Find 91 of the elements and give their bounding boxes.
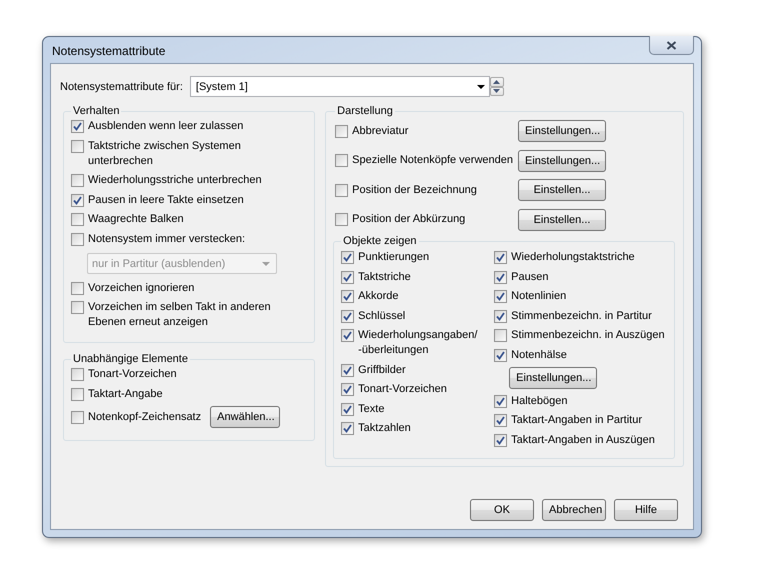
checkbox[interactable]: [335, 124, 348, 138]
checkbox[interactable]: [494, 414, 508, 427]
checkbox-label: Taktart-Angaben in Partitur: [511, 413, 642, 428]
checkbox-label: Taktstriche: [358, 270, 411, 284]
checkbox[interactable]: [71, 410, 84, 424]
checkbox[interactable]: [71, 120, 84, 133]
checkbox[interactable]: [341, 329, 354, 342]
checkbox[interactable]: [494, 270, 508, 284]
checkbox[interactable]: [335, 154, 348, 167]
checkbox-label: Texte: [358, 402, 384, 416]
checkbox-label: Wiederholungsstriche unterbrechen: [88, 173, 262, 188]
down-arrow-icon: [493, 89, 500, 94]
checkbox[interactable]: [494, 329, 508, 342]
cancel-button[interactable]: Abbrechen: [542, 499, 606, 521]
checkbox[interactable]: [341, 270, 354, 284]
checkbox-label: Notenkopf-Zeichensatz: [88, 410, 202, 424]
checkbox[interactable]: [71, 282, 84, 294]
checkbox[interactable]: [341, 310, 354, 322]
up-arrow-icon: [493, 80, 500, 84]
checkbox[interactable]: [494, 434, 508, 446]
checkbox[interactable]: [71, 213, 84, 226]
checkbox-label: Stimmenbezeichn. in Partitur: [511, 308, 652, 324]
settings-button[interactable]: Einstellen...: [518, 179, 606, 201]
checkbox-label: Wiederholungsangaben/ -überleitungen: [358, 328, 478, 358]
checkbox[interactable]: [71, 194, 84, 206]
checkbox-label: Position der Bezeichnung: [352, 182, 477, 198]
settings-button[interactable]: Einstellen...: [518, 208, 606, 230]
checkbox-label: Pausen: [511, 270, 548, 284]
checkbox-label: Punktierungen: [358, 250, 430, 265]
checkbox-label: Notenhälse: [511, 348, 567, 362]
close-button[interactable]: [649, 36, 694, 55]
dropdown-arrow-icon: [476, 84, 485, 88]
spin-up-button[interactable]: [490, 77, 504, 86]
checkbox-label: Taktstriche zwischen Systemen unterbrechen: [88, 138, 242, 168]
dropdown-value: [System 1]: [196, 80, 248, 92]
checkbox[interactable]: [341, 290, 354, 303]
choose-button[interactable]: Anwählen...: [210, 406, 280, 428]
settings-button[interactable]: Einstellungen...: [518, 120, 606, 142]
checkbox-label: Position der Abkürzung: [352, 212, 466, 227]
group-title: Darstellung: [336, 105, 394, 117]
checkbox[interactable]: [494, 290, 508, 303]
window-title: Notensystemattribute: [51, 43, 166, 58]
checkbox-label: Griffbilder: [358, 362, 406, 378]
checkbox-label: Tonart-Vorzeichen: [358, 382, 447, 397]
checkbox-label: Stimmenbezeichn. in Auszügen: [511, 328, 665, 343]
group-title: Verhalten: [72, 105, 120, 117]
dropdown-arrow-icon: [262, 262, 270, 266]
checkbox-label: Schlüssel: [358, 308, 406, 324]
settings-button[interactable]: Einstellungen...: [509, 367, 598, 389]
checkbox-label: Vorzeichen ignorieren: [88, 280, 194, 296]
checkbox-label: Wiederholungstaktstriche: [511, 250, 635, 265]
group-title: Unabhängige Elemente: [72, 353, 189, 365]
checkbox[interactable]: [341, 364, 354, 376]
checkbox[interactable]: [494, 348, 508, 362]
system-dropdown[interactable]: [System 1]: [190, 76, 490, 97]
checkbox-label: Notensystem immer verstecken:: [88, 232, 246, 246]
checkbox[interactable]: [494, 310, 508, 322]
group-title: Objekte zeigen: [342, 235, 418, 247]
checkbox[interactable]: [494, 251, 508, 264]
checkbox-label: Haltebögen: [511, 394, 568, 408]
checkbox-label: Spezielle Notenköpfe verwenden: [352, 153, 513, 168]
checkbox-label: Taktart-Angabe: [88, 386, 163, 402]
checkbox-label: Tonart-Vorzeichen: [88, 367, 177, 382]
ok-button[interactable]: OK: [470, 499, 534, 521]
checkbox-label: Abbreviatur: [352, 124, 408, 138]
checkbox-label: Akkorde: [358, 289, 399, 304]
checkbox-label: Notenlinien: [511, 289, 566, 304]
checkbox[interactable]: [71, 140, 84, 152]
selector-label: Notensystemattribute für:: [60, 80, 183, 92]
checkbox[interactable]: [494, 394, 508, 408]
checkbox-label: Ausblenden wenn leer zulassen: [88, 119, 244, 134]
checkbox[interactable]: [335, 213, 348, 226]
checkbox[interactable]: [335, 184, 348, 196]
checkbox[interactable]: [71, 301, 84, 314]
settings-button[interactable]: Einstellungen...: [518, 150, 606, 172]
checkbox[interactable]: [341, 383, 354, 396]
dropdown-value: nur in Partitur (ausblenden): [92, 258, 226, 270]
checkbox[interactable]: [341, 402, 354, 416]
checkbox[interactable]: [71, 368, 84, 381]
checkbox[interactable]: [71, 388, 84, 400]
help-button[interactable]: Hilfe: [614, 499, 678, 521]
checkbox[interactable]: [71, 232, 84, 246]
close-icon: [666, 40, 677, 50]
checkbox-label: Waagrechte Balken: [88, 212, 184, 227]
checkbox-label: Taktart-Angaben in Auszügen: [511, 432, 655, 448]
checkbox[interactable]: [341, 422, 354, 435]
checkbox[interactable]: [71, 174, 84, 187]
checkbox-label: Pausen in leere Takte einsetzen: [88, 192, 244, 208]
checkbox-label: Vorzeichen im selben Takt in anderen Ebenen erneut anzeigen: [88, 300, 272, 330]
checkbox-label: Taktzahlen: [358, 421, 411, 436]
checkbox[interactable]: [341, 251, 354, 264]
